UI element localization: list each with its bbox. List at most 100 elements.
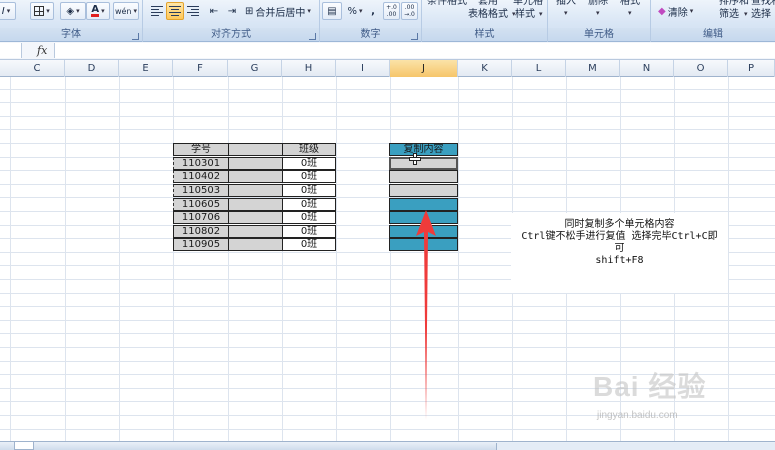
table-format-label-1[interactable]: 套用: [478, 0, 498, 8]
column-header[interactable]: H: [282, 60, 336, 77]
align-center-button[interactable]: [166, 2, 184, 20]
copy-cell[interactable]: [389, 170, 458, 183]
font-color-icon: A: [91, 4, 100, 17]
border-icon: [34, 6, 45, 16]
column-header[interactable]: C: [10, 60, 65, 77]
table-cell-id[interactable]: 110905: [173, 238, 229, 251]
decrease-indent-icon: ⇤: [209, 5, 219, 17]
column-header[interactable]: F: [173, 60, 228, 77]
clear-button[interactable]: ◆ 清除 ▾: [657, 2, 707, 20]
table-cell-class[interactable]: 0班: [282, 238, 336, 251]
table-cell-class[interactable]: 0班: [282, 184, 336, 197]
table-cell-class[interactable]: 0班: [282, 225, 336, 238]
table-cell-blank[interactable]: [228, 170, 283, 183]
increase-decimal-button[interactable]: +.0 .00: [383, 2, 400, 20]
number-dialog-launcher[interactable]: [411, 33, 418, 40]
table-cell-class[interactable]: 0班: [282, 170, 336, 183]
alignment-dialog-launcher[interactable]: [309, 33, 316, 40]
ribbon: I ▾ ▾ ◈ ▾ A ▾ wén ▾ 字体 ⇤ ⇥ ⊞ 合并后居中 ▾ 对齐方…: [0, 0, 775, 42]
column-header[interactable]: E: [119, 60, 173, 77]
paint-bucket-icon: ◈: [66, 5, 75, 17]
align-right-button[interactable]: [184, 2, 202, 20]
copy-cell-active[interactable]: [389, 157, 458, 170]
find-select-button[interactable]: 选择: [751, 9, 771, 21]
increase-indent-button[interactable]: ⇥: [223, 2, 241, 20]
format-button[interactable]: 格式: [620, 0, 640, 8]
column-header[interactable]: G: [228, 60, 282, 77]
currency-icon: ▤: [327, 5, 337, 17]
table-cell-id[interactable]: 110802: [173, 225, 229, 238]
table-cell-id[interactable]: 110301: [173, 157, 229, 170]
styles-group-label: 样式: [422, 28, 547, 41]
merge-center-button[interactable]: ⊞ 合并后居中 ▾: [242, 2, 314, 20]
copy-content-header[interactable]: 复制内容: [389, 143, 458, 156]
table-cell-blank[interactable]: [228, 184, 283, 197]
currency-button[interactable]: ▤: [322, 2, 342, 20]
table-header-class[interactable]: 班级: [282, 143, 336, 156]
table-cell-blank[interactable]: [228, 157, 283, 170]
table-cell-blank[interactable]: [228, 225, 283, 238]
note-line-3: 可: [614, 243, 625, 254]
delete-button[interactable]: 删除: [588, 0, 608, 8]
note-line-2: Ctrl键不松手进行复值 选择完毕Ctrl+C即: [521, 231, 718, 242]
column-header[interactable]: P: [728, 60, 775, 77]
column-header-selected[interactable]: J: [390, 60, 458, 77]
decrease-indent-button[interactable]: ⇤: [205, 2, 223, 20]
insert-button[interactable]: 插入: [556, 0, 576, 8]
table-cell-blank[interactable]: [228, 198, 283, 211]
font-dialog-launcher[interactable]: [132, 33, 139, 40]
table-cell-id[interactable]: 110503: [173, 184, 229, 197]
cells-group-label: 单元格: [548, 28, 650, 41]
align-right-icon: [187, 6, 199, 16]
chevron-down-icon: ▾: [689, 7, 694, 15]
column-header[interactable]: K: [458, 60, 512, 77]
table-cell-blank[interactable]: [228, 238, 283, 251]
column-header[interactable]: L: [512, 60, 566, 77]
italic-button[interactable]: I ▾: [0, 2, 16, 20]
sort-filter-button[interactable]: 筛选: [719, 9, 739, 21]
table-cell-id[interactable]: 110605: [173, 198, 229, 211]
column-header[interactable]: O: [674, 60, 728, 77]
conditional-format-button[interactable]: 条件格式: [427, 0, 467, 8]
font-color-button[interactable]: A ▾: [86, 2, 110, 20]
name-box-edge[interactable]: [0, 43, 22, 58]
table-cell-class[interactable]: 0班: [282, 198, 336, 211]
sheet-tab[interactable]: [14, 442, 34, 450]
copy-cell[interactable]: [389, 184, 458, 197]
column-header[interactable]: D: [65, 60, 119, 77]
chevron-down-icon: ▾: [307, 7, 311, 15]
align-left-icon: [151, 6, 163, 16]
table-cell-id[interactable]: 110706: [173, 211, 229, 224]
table-cell-class[interactable]: 0班: [282, 157, 336, 170]
comma-button[interactable]: ,: [366, 2, 380, 20]
borders-button[interactable]: ▾: [30, 2, 54, 20]
cell-styles-button[interactable]: 样式: [515, 9, 535, 21]
phonetic-button[interactable]: wén ▾: [113, 2, 139, 20]
increase-indent-icon: ⇥: [227, 5, 237, 17]
column-header[interactable]: N: [620, 60, 674, 77]
underline-icon: I: [1, 5, 5, 17]
fill-color-button[interactable]: ◈ ▾: [60, 2, 86, 20]
horizontal-scrollbar[interactable]: [496, 443, 775, 450]
cell-styles-label-1[interactable]: 单元格: [513, 0, 543, 8]
percent-button[interactable]: % ▾: [344, 2, 366, 20]
fx-icon[interactable]: fx: [37, 44, 47, 57]
chevron-down-icon: ▾: [539, 10, 543, 18]
sheet-tab-bar: [0, 441, 775, 450]
baidu-watermark-url: jingyan.baidu.com: [597, 410, 678, 421]
find-select-label-1[interactable]: 查找和: [751, 0, 775, 8]
column-header[interactable]: I: [336, 60, 390, 77]
sort-filter-label-1[interactable]: 排序和: [719, 0, 749, 8]
table-header-blank[interactable]: [228, 143, 283, 156]
align-left-button[interactable]: [148, 2, 166, 20]
table-cell-id[interactable]: 110402: [173, 170, 229, 183]
decrease-decimal-button[interactable]: .00 →.0: [401, 2, 418, 20]
column-header[interactable]: M: [566, 60, 620, 77]
table-cell-class[interactable]: 0班: [282, 211, 336, 224]
table-format-button[interactable]: 表格格式: [468, 9, 508, 21]
formula-input[interactable]: [54, 43, 775, 58]
table-cell-blank[interactable]: [228, 211, 283, 224]
table-header-id[interactable]: 学号: [173, 143, 229, 156]
note-line-4: shift+F8: [595, 255, 644, 266]
merge-center-label: 合并后居中: [255, 7, 306, 19]
